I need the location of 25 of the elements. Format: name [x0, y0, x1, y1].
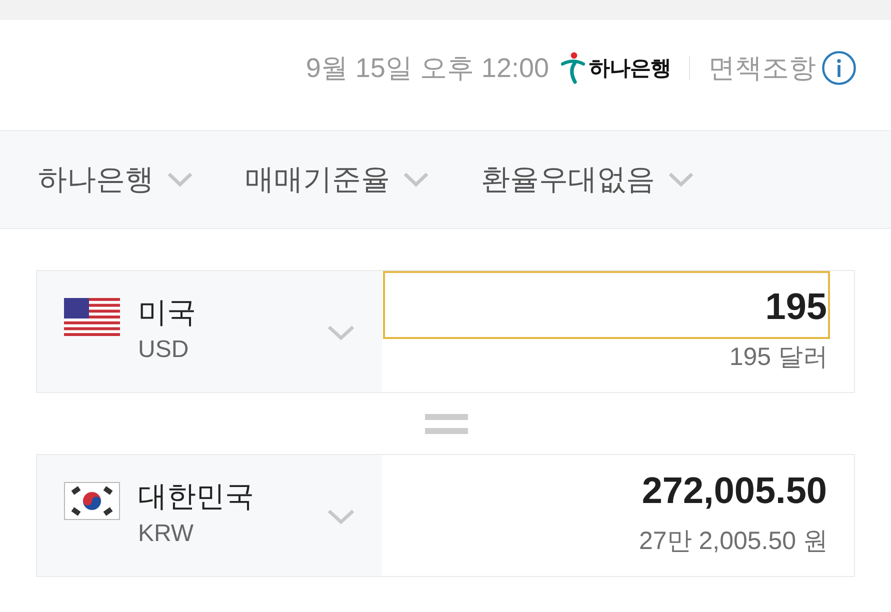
filter-dropdown[interactable]: 매매기준율	[245, 160, 429, 200]
amount-in-words: 195 달러	[728, 342, 829, 373]
chevron-down-icon	[327, 324, 355, 340]
chevron-down-icon	[668, 172, 694, 187]
figure-logo-icon	[561, 52, 585, 84]
currency-code: KRW	[138, 519, 195, 549]
update-timestamp: 9월 15일 오후 12:00	[306, 52, 549, 85]
filter-dropdown[interactable]: 환율우대없음	[481, 160, 694, 200]
equals-icon	[424, 414, 468, 434]
country-name: 대한민국	[138, 480, 254, 515]
flag-icon	[64, 482, 120, 520]
filter-dropdown[interactable]: 하나은행	[38, 160, 193, 200]
chevron-down-icon	[327, 508, 355, 524]
info-icon[interactable]	[822, 51, 856, 85]
bank-logo-text: 하나은행	[589, 56, 671, 82]
currency-code: USD	[138, 335, 190, 365]
country-name: 미국	[138, 296, 196, 331]
currency-selector[interactable]: 미국 USD	[37, 271, 382, 392]
chevron-down-icon	[167, 172, 193, 187]
chevron-down-icon	[403, 172, 429, 187]
flag-icon	[64, 298, 120, 336]
currency-selector[interactable]: 대한민국 KRW	[37, 455, 382, 576]
amount-input[interactable]: 195	[383, 271, 830, 339]
amount-value: 272,005.50	[642, 469, 828, 513]
amount-in-words: 27만 2,005.50 원	[638, 526, 829, 557]
